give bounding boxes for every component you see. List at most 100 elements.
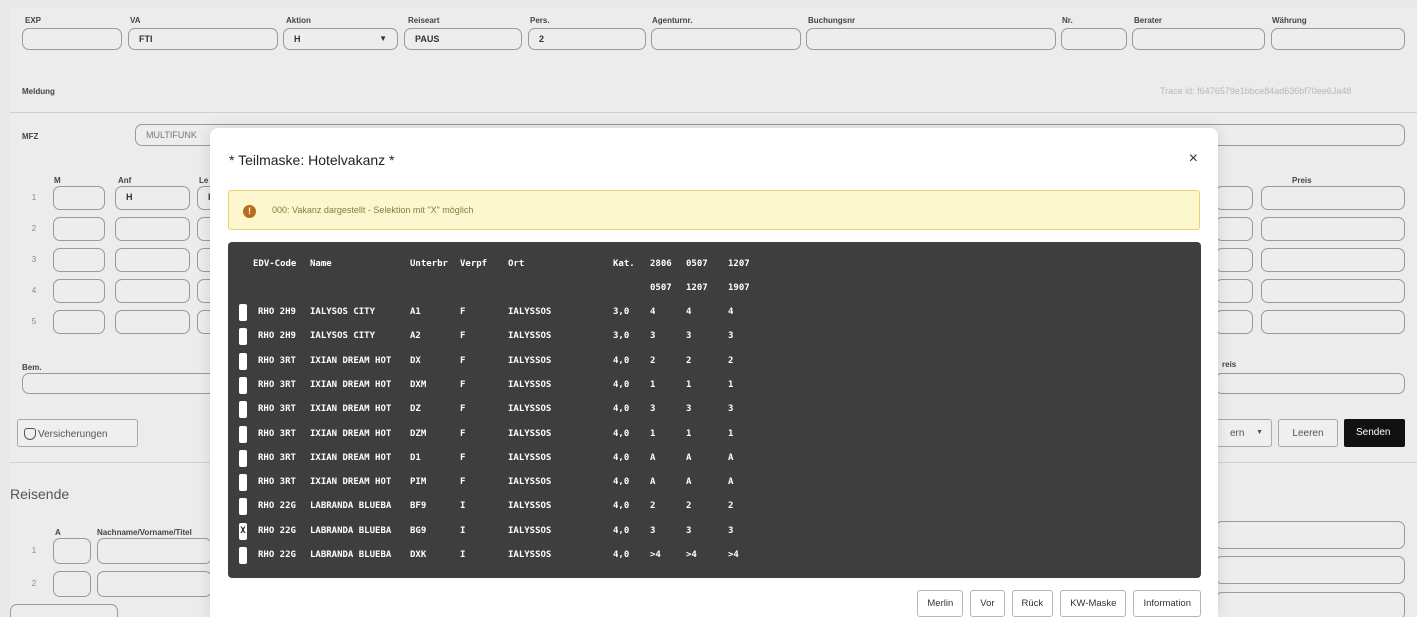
preis-field[interactable]: [1261, 186, 1405, 210]
reisende-name-field[interactable]: [97, 571, 212, 597]
vacancy-d1: 3: [650, 331, 656, 342]
senden-button[interactable]: Senden: [1344, 419, 1405, 447]
anf-field[interactable]: [115, 310, 190, 334]
row-number: 4: [31, 286, 37, 295]
selection-input[interactable]: [239, 328, 247, 346]
preis-field[interactable]: [1261, 310, 1405, 334]
terminal-column-header: 1207: [728, 259, 750, 269]
anf-field[interactable]: [115, 248, 190, 272]
terminal-column-header: 0507: [686, 259, 708, 269]
m-field[interactable]: [53, 279, 105, 303]
grid-right-field[interactable]: [1215, 186, 1253, 210]
vacancy-d2: 1: [686, 379, 692, 390]
vor-button[interactable]: Vor: [970, 590, 1005, 617]
vacancy-verpf: F: [460, 355, 466, 366]
grid-right-field[interactable]: [1215, 217, 1253, 241]
vacancy-d1: 1: [650, 428, 656, 439]
vacancy-d1: 4: [650, 307, 656, 317]
selection-input[interactable]: [239, 425, 247, 443]
reisende-name-field[interactable]: [97, 538, 212, 564]
vacancy-ort: IALYSSOS: [508, 501, 552, 512]
anf-field[interactable]: [115, 279, 190, 303]
chevron-down-icon: ▼: [1256, 429, 1263, 436]
agenturnr-field[interactable]: [651, 28, 801, 50]
vacancy-name: IXIAN DREAM HOT: [310, 379, 392, 390]
selection-input[interactable]: X: [239, 522, 247, 540]
m-field[interactable]: [53, 186, 105, 210]
selection-input[interactable]: [239, 449, 247, 467]
mfz-label: MFZ: [22, 132, 39, 141]
label-pers: Pers.: [530, 16, 550, 25]
label-nr: Nr.: [1062, 16, 1073, 25]
vacancy-ort: IALYSSOS: [508, 379, 552, 390]
preis-field[interactable]: [1261, 217, 1405, 241]
leeren-button[interactable]: Leeren: [1278, 419, 1338, 447]
reisende-right-field-2[interactable]: [1215, 556, 1405, 584]
vacancy-ort: IALYSSOS: [508, 331, 552, 342]
berater-field[interactable]: [1132, 28, 1265, 50]
vacancy-unterbr: A2: [410, 331, 421, 342]
selection-input[interactable]: [239, 304, 247, 321]
grid-right-field[interactable]: [1215, 310, 1253, 334]
exp-field[interactable]: [22, 28, 122, 50]
vacancy-d2: A: [686, 452, 692, 463]
vacancy-d3: 1: [728, 428, 734, 439]
buchungsnr-field[interactable]: [806, 28, 1056, 50]
selection-input[interactable]: [239, 376, 247, 394]
terminal-column-header: 0507: [650, 283, 672, 293]
vacancy-d3: 3: [728, 525, 734, 536]
aktion-select[interactable]: H ▼: [283, 28, 398, 50]
close-icon[interactable]: ×: [1189, 150, 1198, 168]
gesamtpreis-field[interactable]: [1215, 373, 1405, 394]
waehrung-field[interactable]: [1271, 28, 1405, 50]
row-number: 1: [31, 193, 37, 202]
pers-field[interactable]: 2: [528, 28, 646, 50]
grid-right-field[interactable]: [1215, 279, 1253, 303]
nr-field[interactable]: [1061, 28, 1127, 50]
reisende-a-field[interactable]: [53, 538, 91, 564]
versicherungen-button[interactable]: Versicherungen: [17, 419, 138, 447]
vacancy-kat: 4,0: [613, 550, 630, 560]
vacancy-unterbr: BG9: [410, 525, 427, 536]
selection-input[interactable]: [239, 401, 247, 419]
kw-maske-button[interactable]: KW-Maske: [1060, 590, 1127, 617]
reisende-add-field[interactable]: [10, 604, 118, 617]
vacancy-name: IALYSOS CITY: [310, 307, 376, 317]
preis-field[interactable]: [1261, 248, 1405, 272]
aktion-value: H: [294, 34, 301, 44]
grid-right-field[interactable]: [1215, 248, 1253, 272]
m-field[interactable]: [53, 217, 105, 241]
vacancy-verpf: I: [460, 550, 466, 560]
vacancy-code: RHO 3RT: [258, 428, 296, 439]
information-button[interactable]: Information: [1133, 590, 1201, 617]
partial-dropdown-button[interactable]: ern ▼: [1216, 419, 1272, 447]
reisende-a-field[interactable]: [53, 571, 91, 597]
vacancy-d2: >4: [686, 550, 697, 560]
vacancy-d1: 3: [650, 404, 656, 415]
selection-input[interactable]: [239, 498, 247, 516]
selection-input[interactable]: [239, 352, 247, 370]
vacancy-kat: 4,0: [613, 404, 630, 415]
reiseart-field[interactable]: PAUS: [404, 28, 522, 50]
anf-field[interactable]: [115, 217, 190, 241]
vacancy-d2: 4: [686, 307, 692, 317]
reisende-right-field-1[interactable]: [1215, 521, 1405, 549]
vacancy-kat: 3,0: [613, 331, 630, 342]
va-field[interactable]: FTI: [128, 28, 278, 50]
preis-field[interactable]: [1261, 279, 1405, 303]
label-exp: EXP: [25, 16, 42, 25]
vacancy-d3: 1: [728, 379, 734, 390]
reisende-right-field-3[interactable]: [1215, 592, 1405, 617]
rueck-button[interactable]: Rück: [1011, 590, 1054, 617]
m-field[interactable]: [53, 248, 105, 272]
bem-field[interactable]: [22, 373, 217, 394]
anf-field[interactable]: H: [115, 186, 190, 210]
vacancy-name: IXIAN DREAM HOT: [310, 452, 392, 463]
selection-input[interactable]: [239, 547, 247, 564]
merlin-button[interactable]: Merlin: [917, 590, 964, 617]
m-field[interactable]: [53, 310, 105, 334]
vacancy-d1: 2: [650, 355, 656, 366]
vacancy-code: RHO 3RT: [258, 477, 296, 488]
info-alert: ! 000: Vakanz dargestellt - Selektion mi…: [228, 190, 1200, 230]
selection-input[interactable]: [239, 474, 247, 492]
